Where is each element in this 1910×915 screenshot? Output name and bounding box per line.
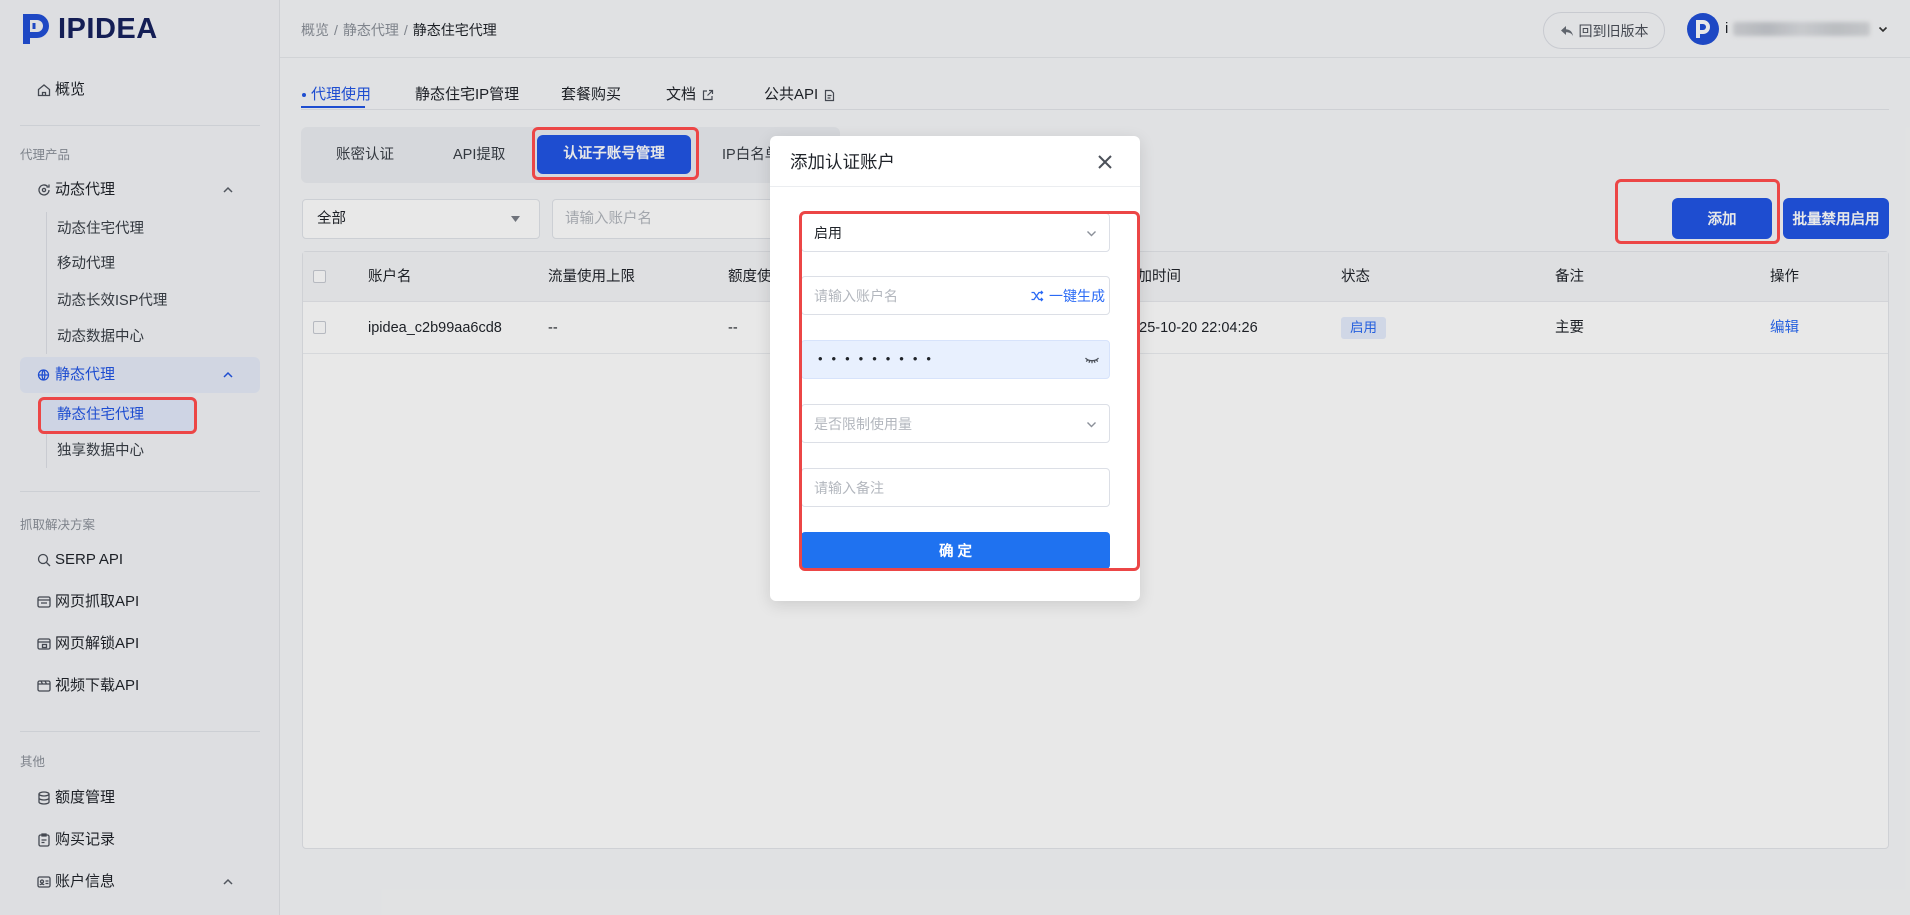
shuffle-icon bbox=[1030, 289, 1044, 303]
chevron-down-icon bbox=[1085, 227, 1098, 240]
status-select[interactable]: 启用 bbox=[801, 213, 1110, 252]
usage-limit-placeholder: 是否限制使用量 bbox=[814, 416, 912, 432]
password-value: ••••••••• bbox=[818, 351, 940, 366]
dialog-title: 添加认证账户 bbox=[790, 152, 895, 172]
confirm-button[interactable]: 确 定 bbox=[801, 532, 1110, 569]
username-input[interactable] bbox=[802, 277, 1022, 314]
status-select-value: 启用 bbox=[814, 225, 842, 241]
generate-username-button[interactable]: 一键生成 bbox=[1030, 286, 1105, 306]
username-field[interactable]: 一键生成 bbox=[801, 276, 1110, 315]
dialog-divider bbox=[770, 186, 1140, 187]
eye-closed-icon[interactable] bbox=[1084, 353, 1100, 367]
generate-username-label: 一键生成 bbox=[1049, 288, 1105, 304]
close-icon[interactable] bbox=[1096, 153, 1114, 171]
remark-field[interactable] bbox=[801, 468, 1110, 507]
add-account-dialog: 添加认证账户 启用 一键生成 ••••••••• 是否限制使用量 确 定 bbox=[770, 136, 1140, 601]
chevron-down-icon bbox=[1085, 418, 1098, 431]
password-field[interactable]: ••••••••• bbox=[801, 340, 1110, 379]
usage-limit-select[interactable]: 是否限制使用量 bbox=[801, 404, 1110, 443]
remark-input[interactable] bbox=[802, 469, 1102, 506]
